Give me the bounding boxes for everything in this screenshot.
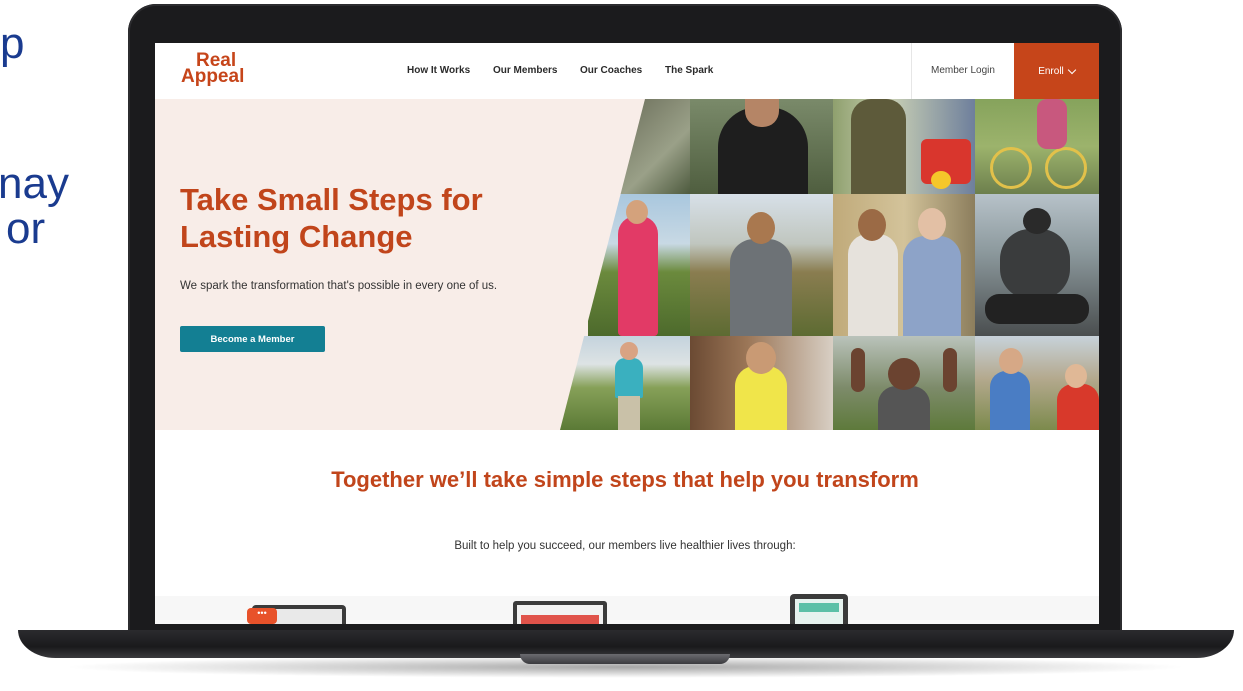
nav-link-the-spark[interactable]: The Spark — [665, 65, 713, 76]
laptop-app-icon — [513, 601, 607, 624]
photo-tile-kitchen — [690, 336, 833, 430]
photo-tile-motorcycle — [975, 194, 1099, 336]
logo-line-2: Appeal — [181, 66, 245, 87]
chevron-down-icon — [1067, 65, 1077, 74]
slide-text-fragment-2: nay — [0, 159, 69, 208]
enroll-button[interactable]: Enroll — [1014, 43, 1099, 99]
hero-subtitle: We spark the transformation that's possi… — [180, 280, 498, 292]
enroll-label: Enroll — [1038, 65, 1064, 77]
member-photo-collage — [560, 99, 1099, 430]
become-member-button[interactable]: Become a Member — [180, 326, 325, 352]
photo-tile-woman-flexing — [833, 336, 975, 430]
nav-link-our-members[interactable]: Our Members — [493, 65, 557, 76]
slide-text-fragment-3: or — [6, 204, 46, 253]
photo-tile-couple — [833, 194, 975, 336]
photo-tile-man-black-shirt — [690, 99, 833, 194]
section-title: Together we’ll take simple steps that he… — [331, 467, 919, 492]
top-navigation: Real Appeal How It Works Our Members Our… — [155, 43, 1099, 100]
feature-strip: ••• — [155, 594, 1099, 624]
photo-tile-woman-pink — [588, 194, 690, 336]
slide-text-fragment-1: p — [0, 19, 25, 68]
chat-bubble-icon: ••• — [247, 608, 277, 624]
hero-section: Take Small Steps for Lasting Change We s… — [155, 99, 1099, 430]
tablet-app-icon — [790, 594, 848, 624]
laptop-hinge — [520, 654, 730, 664]
photo-tile-golfer — [560, 336, 690, 430]
photo-tile-path — [620, 99, 690, 194]
photo-tile-man-garden — [690, 194, 833, 336]
section-subtitle: Built to help you succeed, our members l… — [454, 540, 796, 552]
member-login-link[interactable]: Member Login — [931, 65, 995, 76]
nav-divider — [911, 43, 912, 99]
photo-tile-market-woman — [833, 99, 975, 194]
photo-tile-boys — [975, 336, 1099, 430]
real-appeal-logo[interactable]: Real Appeal — [181, 51, 245, 87]
nav-link-how-it-works[interactable]: How It Works — [407, 65, 470, 76]
nav-link-our-coaches[interactable]: Our Coaches — [580, 65, 642, 76]
photo-tile-bicycle — [975, 99, 1099, 194]
website-screen: Real Appeal How It Works Our Members Our… — [155, 43, 1099, 624]
hero-title: Take Small Steps for Lasting Change — [180, 182, 483, 254]
